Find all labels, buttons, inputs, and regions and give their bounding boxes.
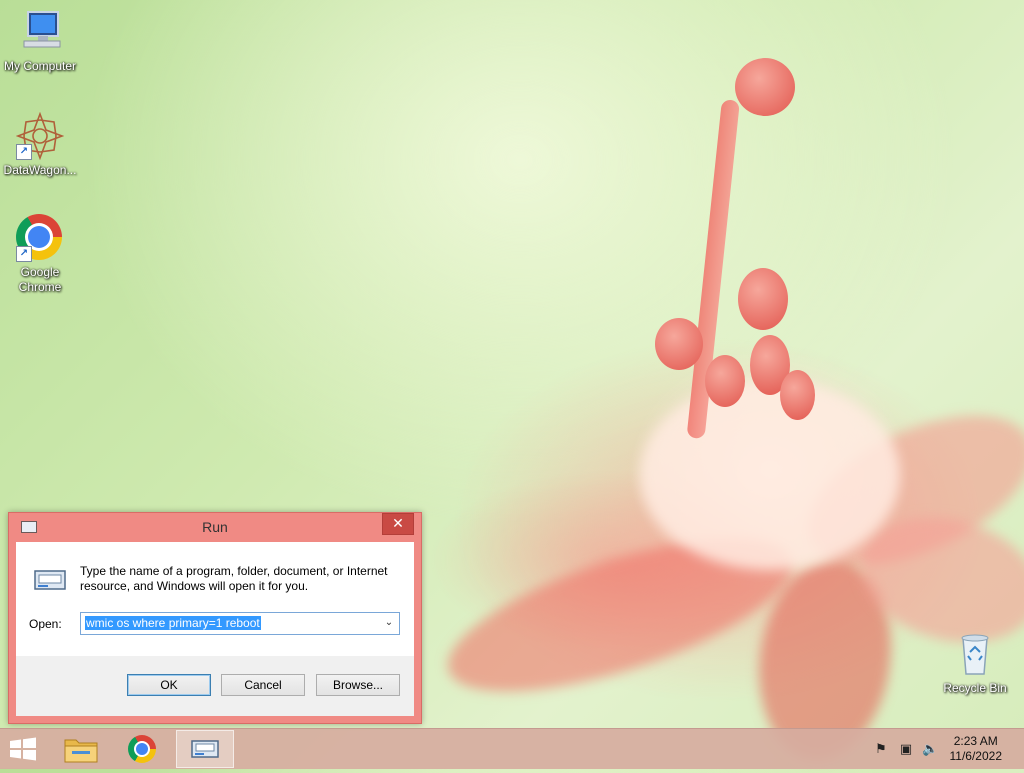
desktop-icon-label-line1: Google: [20, 265, 60, 279]
desktop-icon-recycle-bin[interactable]: Recycle Bin: [935, 630, 1015, 696]
shortcut-arrow-icon: ↗: [16, 144, 32, 160]
run-dialog-content: Type the name of a program, folder, docu…: [16, 542, 414, 656]
shortcut-arrow-icon: ↗: [16, 246, 32, 262]
taskbar-google-chrome[interactable]: [114, 730, 172, 768]
wallpaper-bud: [738, 268, 788, 330]
taskbar-clock[interactable]: 2:23 AM 11/6/2022: [950, 734, 1003, 764]
clock-date: 11/6/2022: [949, 749, 1003, 763]
desktop-icon-label: DataWagon...: [3, 163, 77, 177]
datawagon-icon: ↗: [15, 111, 65, 161]
network-icon[interactable]: ▣: [898, 741, 914, 757]
computer-icon: [16, 8, 64, 56]
run-icon: [34, 570, 66, 590]
run-dialog-title: Run: [202, 519, 228, 535]
desktop-icon-label-line2: Chrome: [18, 280, 62, 294]
clock-time: 2:23 AM: [953, 734, 998, 748]
run-description: Type the name of a program, folder, docu…: [80, 564, 388, 593]
run-dialog-titlebar[interactable]: Run ✕: [9, 513, 421, 541]
run-icon: [191, 740, 219, 758]
desktop-icon-my-computer[interactable]: My Computer: [0, 8, 80, 74]
open-label: Open:: [29, 617, 62, 631]
run-dialog-body: Type the name of a program, folder, docu…: [16, 542, 414, 716]
action-center-flag-icon[interactable]: ⚑: [873, 741, 889, 757]
wallpaper-petal: [640, 380, 900, 570]
ok-button[interactable]: OK: [127, 674, 211, 696]
taskbar-run[interactable]: [176, 730, 234, 768]
desktop-icon-datawagon[interactable]: ↗ DataWagon...: [0, 111, 80, 178]
close-icon: ✕: [392, 515, 404, 531]
chrome-icon: [128, 735, 156, 763]
chevron-down-icon[interactable]: ⌄: [382, 616, 396, 630]
taskbar-file-explorer[interactable]: [52, 730, 110, 768]
folder-icon: [64, 739, 98, 763]
wallpaper-bud: [655, 318, 703, 370]
run-dialog: Run ✕ Type the name of a program, folder…: [8, 512, 422, 724]
desktop-icon-label: My Computer: [3, 59, 77, 73]
open-combobox[interactable]: wmic os where primary=1 reboot ⌄: [80, 612, 400, 635]
wallpaper-bud: [705, 355, 745, 407]
desktop-icon-label: Recycle Bin: [943, 681, 1007, 695]
wallpaper-bud: [780, 370, 815, 420]
cancel-button[interactable]: Cancel: [221, 674, 305, 696]
volume-icon[interactable]: 🔈: [922, 741, 938, 757]
recycle-bin-icon: [951, 630, 999, 678]
open-input-value[interactable]: wmic os where primary=1 reboot: [85, 616, 261, 630]
wallpaper-bud: [735, 58, 795, 116]
desktop-icon-google-chrome[interactable]: ↗ Google Chrome: [0, 214, 80, 295]
browse-button[interactable]: Browse...: [316, 674, 400, 696]
chrome-icon: ↗: [16, 214, 64, 262]
start-button[interactable]: [8, 737, 38, 761]
windows-logo-icon: [10, 737, 36, 761]
close-button[interactable]: ✕: [382, 513, 414, 535]
taskbar: ⚑ ▣ 🔈 2:23 AM 11/6/2022: [0, 728, 1024, 769]
